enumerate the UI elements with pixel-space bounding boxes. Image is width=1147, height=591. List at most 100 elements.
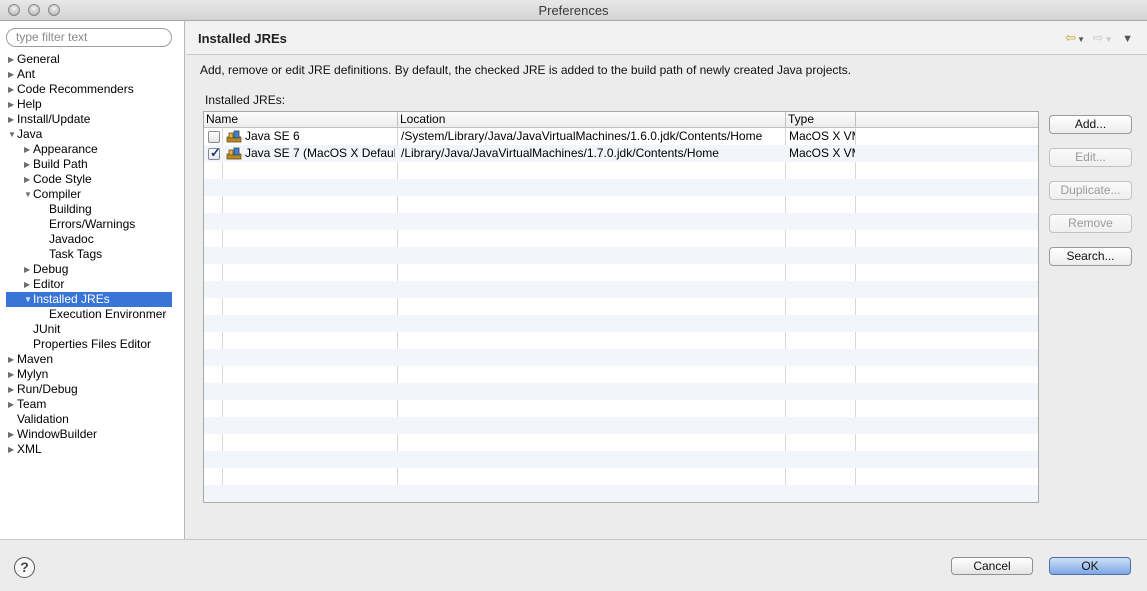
empty-table-row (204, 162, 1038, 179)
tree-item[interactable]: ▶ XML (6, 442, 172, 457)
window-title: Preferences (538, 3, 609, 18)
tree-item[interactable]: ▶ Ant (6, 67, 172, 82)
tree-item[interactable]: ▶ Build Path (6, 157, 172, 172)
tree-item[interactable]: ▼Java (6, 127, 172, 142)
page-title: Installed JREs (198, 31, 287, 46)
tree-item[interactable]: ▶ WindowBuilder (6, 427, 172, 442)
tree-item[interactable]: ▶ Code Recommenders (6, 82, 172, 97)
tree-item[interactable]: ▼Installed JREs (6, 292, 172, 307)
table-row[interactable]: Java SE 6/System/Library/Java/JavaVirtua… (204, 128, 1038, 145)
tree-item[interactable]: ▶ Debug (6, 262, 172, 277)
tree-item-label: XML (17, 442, 42, 456)
empty-table-row (204, 213, 1038, 230)
expand-triangle-icon[interactable]: ▶ (8, 112, 17, 127)
tree-item[interactable]: ▶ Help (6, 97, 172, 112)
default-jre-checkbox[interactable] (208, 145, 221, 161)
jre-name-cell: Java SE 6 (245, 129, 300, 143)
tree-item-label: Javadoc (49, 232, 94, 246)
tree-item-label: Java (17, 127, 43, 141)
column-header-type[interactable]: Type (786, 112, 856, 128)
back-arrow-icon[interactable]: ⇦ (1065, 30, 1076, 46)
expand-triangle-icon[interactable]: ▶ (8, 67, 17, 82)
tree-item[interactable]: Errors/Warnings (6, 217, 172, 232)
expand-triangle-icon[interactable]: ▶ (24, 277, 33, 292)
cancel-button[interactable]: Cancel (951, 557, 1033, 575)
expand-triangle-icon[interactable]: ▶ (8, 52, 17, 67)
empty-table-row (204, 332, 1038, 349)
collapse-triangle-icon[interactable]: ▼ (24, 187, 33, 202)
tree-item[interactable]: Building (6, 202, 172, 217)
column-header-name[interactable]: Name (204, 112, 398, 128)
expand-triangle-icon[interactable]: ▶ (24, 172, 33, 187)
collapse-triangle-icon[interactable]: ▼ (8, 127, 17, 142)
jre-library-icon (226, 147, 242, 160)
tree-item-label: Errors/Warnings (49, 217, 136, 231)
tree-item-label: Installed JREs (33, 292, 110, 306)
expand-triangle-icon[interactable]: ▶ (8, 397, 17, 412)
expand-triangle-icon[interactable]: ▶ (8, 427, 17, 442)
expand-triangle-icon[interactable]: ▶ (8, 97, 17, 112)
tree-item[interactable]: Properties Files Editor (6, 337, 172, 352)
empty-table-row (204, 298, 1038, 315)
edit-button[interactable]: Edit... (1049, 148, 1132, 167)
empty-table-row (204, 349, 1038, 366)
empty-table-row (204, 247, 1038, 264)
empty-table-row (204, 485, 1038, 502)
tree-item[interactable]: ▶ Mylyn (6, 367, 172, 382)
search-button[interactable]: Search... (1049, 247, 1132, 266)
duplicate-button[interactable]: Duplicate... (1049, 181, 1132, 200)
expand-triangle-icon[interactable]: ▶ (24, 262, 33, 277)
tree-item[interactable]: ▼Compiler (6, 187, 172, 202)
filter-input[interactable] (16, 30, 166, 44)
expand-triangle-icon[interactable]: ▶ (8, 82, 17, 97)
filter-field[interactable] (6, 28, 172, 47)
expand-triangle-icon[interactable]: ▶ (8, 352, 17, 367)
remove-button[interactable]: Remove (1049, 214, 1132, 233)
empty-table-row (204, 264, 1038, 281)
tree-item-label: Execution Environmer (49, 307, 167, 321)
expand-triangle-icon[interactable]: ▶ (24, 142, 33, 157)
tree-item[interactable]: ▶ Appearance (6, 142, 172, 157)
collapse-triangle-icon[interactable]: ▼ (24, 292, 33, 307)
expand-triangle-icon[interactable]: ▶ (8, 442, 17, 457)
view-menu-icon[interactable]: ▼ (1122, 33, 1133, 45)
tree-item[interactable]: Javadoc (6, 232, 172, 247)
jre-table[interactable]: Name Location Type Java SE 6/System/Libr… (203, 111, 1039, 503)
tree-item-label: Maven (17, 352, 54, 366)
column-header-location[interactable]: Location (398, 112, 786, 128)
page-header: Installed JREs ⇦▼ ⇨▼ ▼ (186, 21, 1147, 55)
tree-item-label: Install/Update (17, 112, 91, 126)
tree-item[interactable]: ▶ Run/Debug (6, 382, 172, 397)
forward-menu-icon[interactable]: ▼ (1105, 35, 1113, 44)
expand-triangle-icon[interactable]: ▶ (8, 382, 17, 397)
tree-item[interactable]: ▶ Editor (6, 277, 172, 292)
page-description: Add, remove or edit JRE definitions. By … (200, 63, 852, 77)
empty-table-row (204, 366, 1038, 383)
tree-item[interactable]: Task Tags (6, 247, 172, 262)
tree-item[interactable]: ▶ Team (6, 397, 172, 412)
default-jre-checkbox[interactable] (208, 131, 220, 143)
jre-table-header: Name Location Type (204, 112, 1038, 128)
tree-item[interactable]: ▶ General (6, 52, 172, 67)
expand-triangle-icon[interactable]: ▶ (8, 367, 17, 382)
tree-item[interactable]: ▶ Maven (6, 352, 172, 367)
tree-item[interactable]: ▶ Install/Update (6, 112, 172, 127)
tree-item-label: Editor (33, 277, 65, 291)
tree-item[interactable]: JUnit (6, 322, 172, 337)
ok-button[interactable]: OK (1049, 557, 1131, 575)
table-row[interactable]: Java SE 7 (MacOS X Default) /Library/Java… (204, 145, 1038, 162)
jre-table-body: Java SE 6/System/Library/Java/JavaVirtua… (204, 128, 1038, 502)
add-button[interactable]: Add... (1049, 115, 1132, 134)
forward-arrow-icon[interactable]: ⇨ (1093, 30, 1104, 46)
empty-table-row (204, 230, 1038, 247)
tree-item-label: Mylyn (17, 367, 49, 381)
expand-triangle-icon[interactable]: ▶ (24, 157, 33, 172)
tree-item[interactable]: ▶ Code Style (6, 172, 172, 187)
tree-item[interactable]: Execution Environmer (6, 307, 172, 322)
tree-item-label: Appearance (33, 142, 98, 156)
title-bar: Preferences (0, 0, 1147, 21)
back-menu-icon[interactable]: ▼ (1077, 35, 1085, 44)
preferences-tree-pane: ▶General▶Ant▶Code Recommenders▶Help▶Inst… (0, 21, 185, 539)
tree-item[interactable]: Validation (6, 412, 172, 427)
help-icon[interactable]: ? (14, 557, 35, 578)
